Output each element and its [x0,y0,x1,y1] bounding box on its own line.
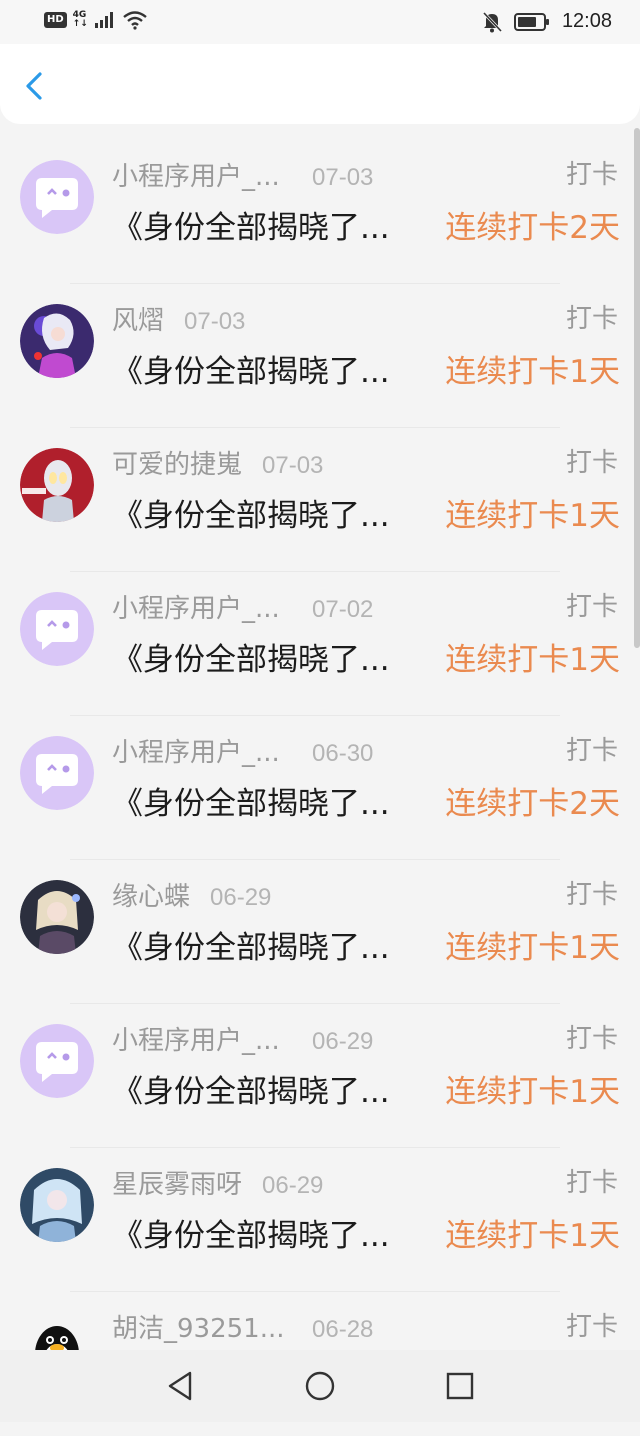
checkin-tag: 打卡 [565,448,618,478]
scrollbar[interactable] [634,128,640,648]
user-name: 缘心蝶 [112,882,191,912]
ultraman-avatar[interactable] [20,448,94,522]
streak-label: 连续打卡1天 [445,498,620,534]
home-circle-icon [305,1371,335,1401]
user-name: 小程序用户_... [112,594,280,624]
name-line: 胡洁_93251... 06-28 [112,1308,373,1345]
header [0,44,640,124]
streak-label: 连续打卡1天 [445,1074,620,1110]
checkin-tag: 打卡 [565,160,618,190]
chat-bubble-avatar[interactable] [20,160,94,234]
post-title[interactable]: 《身份全部揭晓了... [112,922,412,967]
post-date: 06-29 [210,884,272,911]
user-name: 小程序用户_... [112,1026,280,1056]
name-line: 小程序用户_... 06-30 [112,732,373,769]
nav-back-button[interactable] [160,1366,200,1406]
checkin-tag: 打卡 [565,1312,618,1342]
user-name: 胡洁_93251... [112,1314,285,1344]
checkin-tag: 打卡 [565,592,618,622]
post-title[interactable]: 《身份全部揭晓了... [112,1066,412,1111]
wifi-icon [123,11,147,30]
hd-icon: HD [44,12,67,28]
post-date: 07-03 [312,164,374,191]
name-line: 星辰雾雨呀 06-29 [112,1164,323,1201]
streak-label: 连续打卡1天 [445,642,620,678]
nav-recent-button[interactable] [440,1366,480,1406]
name-line: 小程序用户_... 07-03 [112,156,373,193]
streak-label: 连续打卡2天 [445,786,620,822]
post-date: 07-03 [262,452,324,479]
chat-bubble-avatar[interactable] [20,736,94,810]
user-name: 星辰雾雨呀 [112,1170,243,1200]
list-item[interactable]: 小程序用户_... 06-29 打卡 《身份全部揭晓了... 连续打卡1天 [0,1004,640,1148]
post-title[interactable]: 《身份全部揭晓了... [112,778,412,823]
user-name: 可爱的捷嵬 [112,450,243,480]
system-nav-bar [0,1350,640,1422]
post-title[interactable]: 《身份全部揭晓了... [112,1210,412,1255]
status-right: 12:08 [482,10,612,33]
list-item[interactable]: 小程序用户_... 07-03 打卡 《身份全部揭晓了... 连续打卡2天 [0,140,640,284]
user-name: 小程序用户_... [112,162,280,192]
list-item[interactable]: 小程序用户_... 06-30 打卡 《身份全部揭晓了... 连续打卡2天 [0,716,640,860]
anime-avatar[interactable] [20,880,94,954]
name-line: 缘心蝶 06-29 [112,876,271,913]
back-button[interactable] [18,68,54,104]
name-line: 小程序用户_... 07-02 [112,588,373,625]
post-title[interactable]: 《身份全部揭晓了... [112,490,412,535]
name-line: 风熠 07-03 [112,300,245,337]
checkin-tag: 打卡 [565,304,618,334]
streak-label: 连续打卡2天 [445,210,620,246]
clock: 12:08 [561,10,612,32]
user-name: 小程序用户_... [112,738,280,768]
post-title[interactable]: 《身份全部揭晓了... [112,346,412,391]
list-item[interactable]: 可爱的捷嵬 07-03 打卡 《身份全部揭晓了... 连续打卡1天 [0,428,640,572]
post-date: 06-30 [312,740,374,767]
post-date: 06-29 [312,1028,374,1055]
checkin-tag: 打卡 [565,736,618,766]
post-title[interactable]: 《身份全部揭晓了... [112,634,412,679]
status-bar: HD 4G ↑↓ 12:08 [0,0,640,44]
back-triangle-icon [168,1371,192,1401]
streak-label: 连续打卡1天 [445,930,620,966]
bell-off-icon [482,11,502,32]
recent-square-icon [446,1372,474,1400]
list-item[interactable]: 小程序用户_... 07-02 打卡 《身份全部揭晓了... 连续打卡1天 [0,572,640,716]
checkin-tag: 打卡 [565,1024,618,1054]
signal-icon [94,12,113,28]
network-type: 4G ↑↓ [73,11,88,29]
checkin-tag: 打卡 [565,880,618,910]
list-item[interactable]: 风熠 07-03 打卡 《身份全部揭晓了... 连续打卡1天 [0,284,640,428]
post-date: 07-03 [184,308,246,335]
post-date: 06-28 [312,1316,374,1343]
post-title[interactable]: 《身份全部揭晓了... [112,202,412,247]
checkin-list: 小程序用户_... 07-03 打卡 《身份全部揭晓了... 连续打卡2天 风熠… [0,140,640,1436]
chat-bubble-avatar[interactable] [20,1024,94,1098]
list-item[interactable]: 缘心蝶 06-29 打卡 《身份全部揭晓了... 连续打卡1天 [0,860,640,1004]
streak-label: 连续打卡1天 [445,1218,620,1254]
anime-avatar[interactable] [20,1168,94,1242]
anime-avatar[interactable] [20,304,94,378]
battery-icon [513,12,549,31]
status-left: HD 4G ↑↓ [44,10,148,30]
chat-bubble-avatar[interactable] [20,592,94,666]
checkin-tag: 打卡 [565,1168,618,1198]
nav-home-button[interactable] [300,1366,340,1406]
name-line: 小程序用户_... 06-29 [112,1020,373,1057]
list-item[interactable]: 星辰雾雨呀 06-29 打卡 《身份全部揭晓了... 连续打卡1天 [0,1148,640,1292]
name-line: 可爱的捷嵬 07-03 [112,444,323,481]
streak-label: 连续打卡1天 [445,354,620,390]
post-date: 07-02 [312,596,374,623]
post-date: 06-29 [262,1172,324,1199]
chevron-left-icon [26,72,42,100]
user-name: 风熠 [112,306,165,336]
network-activity: ↑↓ [72,19,88,29]
